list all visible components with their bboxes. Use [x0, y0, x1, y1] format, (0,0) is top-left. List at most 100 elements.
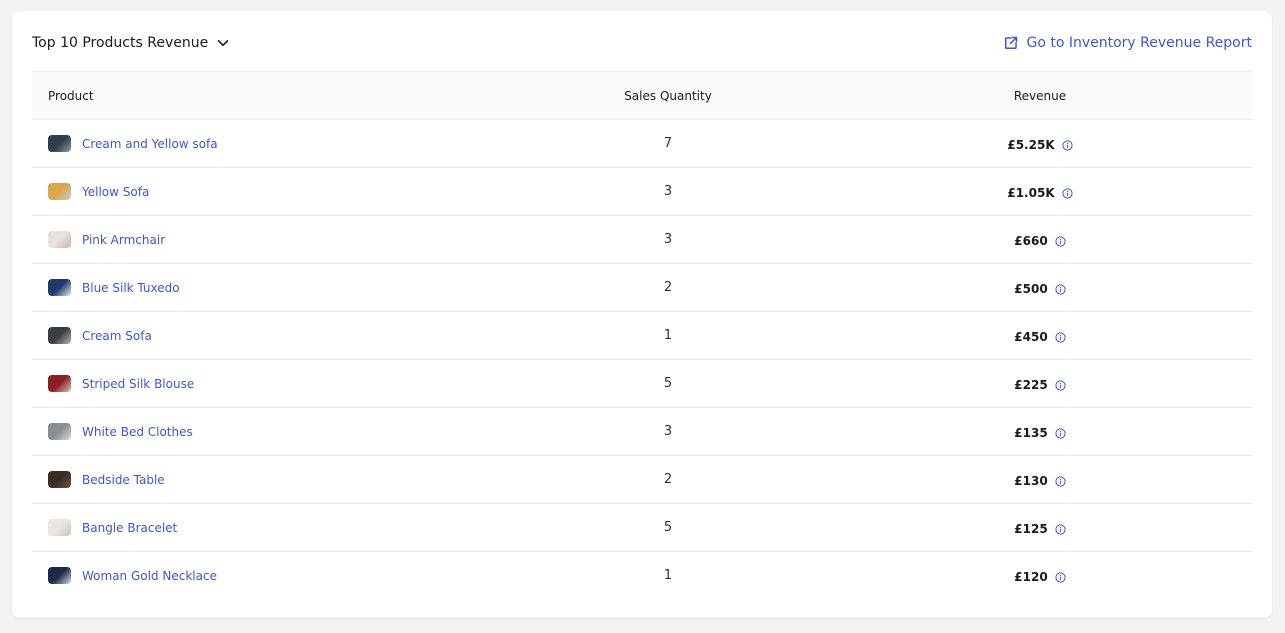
- table-row: White Bed Clothes 3 £135: [32, 408, 1252, 456]
- product-cell: Striped Silk Blouse: [32, 375, 508, 392]
- product-info: Yellow Sofa: [48, 183, 508, 200]
- info-icon[interactable]: [1062, 187, 1073, 199]
- revenue-value: £500: [1014, 282, 1048, 296]
- product-thumbnail: [48, 471, 71, 488]
- product-info: Bedside Table: [48, 471, 508, 488]
- revenue-cell: £125: [828, 518, 1252, 537]
- product-name-link[interactable]: Cream Sofa: [82, 329, 152, 343]
- product-cell: Cream and Yellow sofa: [32, 135, 508, 152]
- revenue-group: £500: [1014, 282, 1066, 296]
- sales-quantity-cell: 1: [663, 328, 673, 343]
- table-row: Bedside Table 2 £130: [32, 456, 1252, 504]
- table-row: Pink Armchair 3 £660: [32, 216, 1252, 264]
- product-info: White Bed Clothes: [48, 423, 508, 440]
- sales-quantity-cell: 3: [663, 232, 673, 247]
- table-row: Blue Silk Tuxedo 2 £500: [32, 264, 1252, 312]
- revenue-group: £450: [1014, 330, 1066, 344]
- revenue-group: £5.25K: [1007, 138, 1073, 152]
- revenue-value: £125: [1014, 522, 1048, 536]
- revenue-group: £660: [1014, 234, 1066, 248]
- product-thumbnail: [48, 231, 71, 248]
- product-info: Striped Silk Blouse: [48, 375, 508, 392]
- revenue-group: £120: [1014, 570, 1066, 584]
- product-thumbnail: [48, 567, 71, 584]
- revenue-group: £135: [1014, 426, 1066, 440]
- product-name-link[interactable]: Cream and Yellow sofa: [82, 137, 218, 151]
- external-link-icon: [1004, 36, 1018, 50]
- table-row: Cream and Yellow sofa 7 £5.25K: [32, 120, 1252, 168]
- column-header-product: Product: [48, 88, 94, 103]
- table-row: Woman Gold Necklace 1 £120: [32, 552, 1252, 599]
- revenue-cell: £450: [828, 326, 1252, 345]
- product-thumbnail: [48, 375, 71, 392]
- revenue-cell: £1.05K: [828, 182, 1252, 201]
- table-row: Striped Silk Blouse 5 £225: [32, 360, 1252, 408]
- sales-quantity-cell: 5: [663, 520, 673, 535]
- sales-quantity-cell: 2: [663, 280, 673, 295]
- product-cell: Blue Silk Tuxedo: [32, 279, 508, 296]
- table-row: Yellow Sofa 3 £1.05K: [32, 168, 1252, 216]
- revenue-group: £130: [1014, 474, 1066, 488]
- product-info: Cream Sofa: [48, 327, 508, 344]
- info-icon[interactable]: [1055, 523, 1066, 535]
- column-header-revenue: Revenue: [1013, 88, 1067, 103]
- sales-quantity-cell: 3: [663, 184, 673, 199]
- product-cell: Bedside Table: [32, 471, 508, 488]
- product-name-link[interactable]: Pink Armchair: [82, 233, 165, 247]
- product-thumbnail: [48, 327, 71, 344]
- product-thumbnail: [48, 183, 71, 200]
- product-name-link[interactable]: Bedside Table: [82, 473, 165, 487]
- info-icon[interactable]: [1062, 139, 1073, 151]
- revenue-value: £450: [1014, 330, 1048, 344]
- title-dropdown[interactable]: Top 10 Products Revenue: [32, 35, 230, 51]
- revenue-cell: £660: [828, 230, 1252, 249]
- sales-quantity-cell: 1: [663, 568, 673, 583]
- info-icon[interactable]: [1055, 427, 1066, 439]
- revenue-cell: £130: [828, 470, 1252, 489]
- revenue-value: £1.05K: [1007, 186, 1055, 200]
- revenue-cell: £500: [828, 278, 1252, 297]
- info-icon[interactable]: [1055, 571, 1066, 583]
- product-cell: Pink Armchair: [32, 231, 508, 248]
- sales-quantity-cell: 5: [663, 376, 673, 391]
- sales-quantity-cell: 3: [663, 424, 673, 439]
- product-name-link[interactable]: Blue Silk Tuxedo: [82, 281, 180, 295]
- sales-quantity-cell: 7: [663, 136, 673, 151]
- product-cell: Yellow Sofa: [32, 183, 508, 200]
- revenue-group: £1.05K: [1007, 186, 1073, 200]
- info-icon[interactable]: [1055, 475, 1066, 487]
- product-name-link[interactable]: Striped Silk Blouse: [82, 377, 194, 391]
- product-name-link[interactable]: Woman Gold Necklace: [82, 569, 217, 583]
- revenue-value: £135: [1014, 426, 1048, 440]
- product-cell: Bangle Bracelet: [32, 519, 508, 536]
- info-icon[interactable]: [1055, 283, 1066, 295]
- revenue-value: £660: [1014, 234, 1048, 248]
- chevron-down-icon: [216, 36, 230, 50]
- info-icon[interactable]: [1055, 235, 1066, 247]
- product-info: Pink Armchair: [48, 231, 508, 248]
- info-icon[interactable]: [1055, 331, 1066, 343]
- product-name-link[interactable]: Yellow Sofa: [82, 185, 149, 199]
- top-products-card: Top 10 Products Revenue Go to Inventory …: [12, 11, 1272, 618]
- report-link-label: Go to Inventory Revenue Report: [1026, 35, 1252, 51]
- product-info: Cream and Yellow sofa: [48, 135, 508, 152]
- inventory-revenue-report-link[interactable]: Go to Inventory Revenue Report: [1004, 35, 1252, 51]
- product-cell: Woman Gold Necklace: [32, 567, 508, 584]
- product-cell: Cream Sofa: [32, 327, 508, 344]
- table-body: Cream and Yellow sofa 7 £5.25K Yellow Sofa 3…: [32, 120, 1252, 599]
- product-name-link[interactable]: Bangle Bracelet: [82, 521, 177, 535]
- product-name-link[interactable]: White Bed Clothes: [82, 425, 193, 439]
- info-icon[interactable]: [1055, 379, 1066, 391]
- product-info: Woman Gold Necklace: [48, 567, 508, 584]
- revenue-group: £125: [1014, 522, 1066, 536]
- products-table: Product Sales Quantity Revenue Cream and…: [32, 71, 1252, 599]
- revenue-cell: £135: [828, 422, 1252, 441]
- revenue-value: £120: [1014, 570, 1048, 584]
- revenue-cell: £225: [828, 374, 1252, 393]
- card-header: Top 10 Products Revenue Go to Inventory …: [32, 31, 1252, 55]
- product-thumbnail: [48, 135, 71, 152]
- product-info: Blue Silk Tuxedo: [48, 279, 508, 296]
- sales-quantity-cell: 2: [663, 472, 673, 487]
- product-info: Bangle Bracelet: [48, 519, 508, 536]
- table-header: Product Sales Quantity Revenue: [32, 71, 1252, 120]
